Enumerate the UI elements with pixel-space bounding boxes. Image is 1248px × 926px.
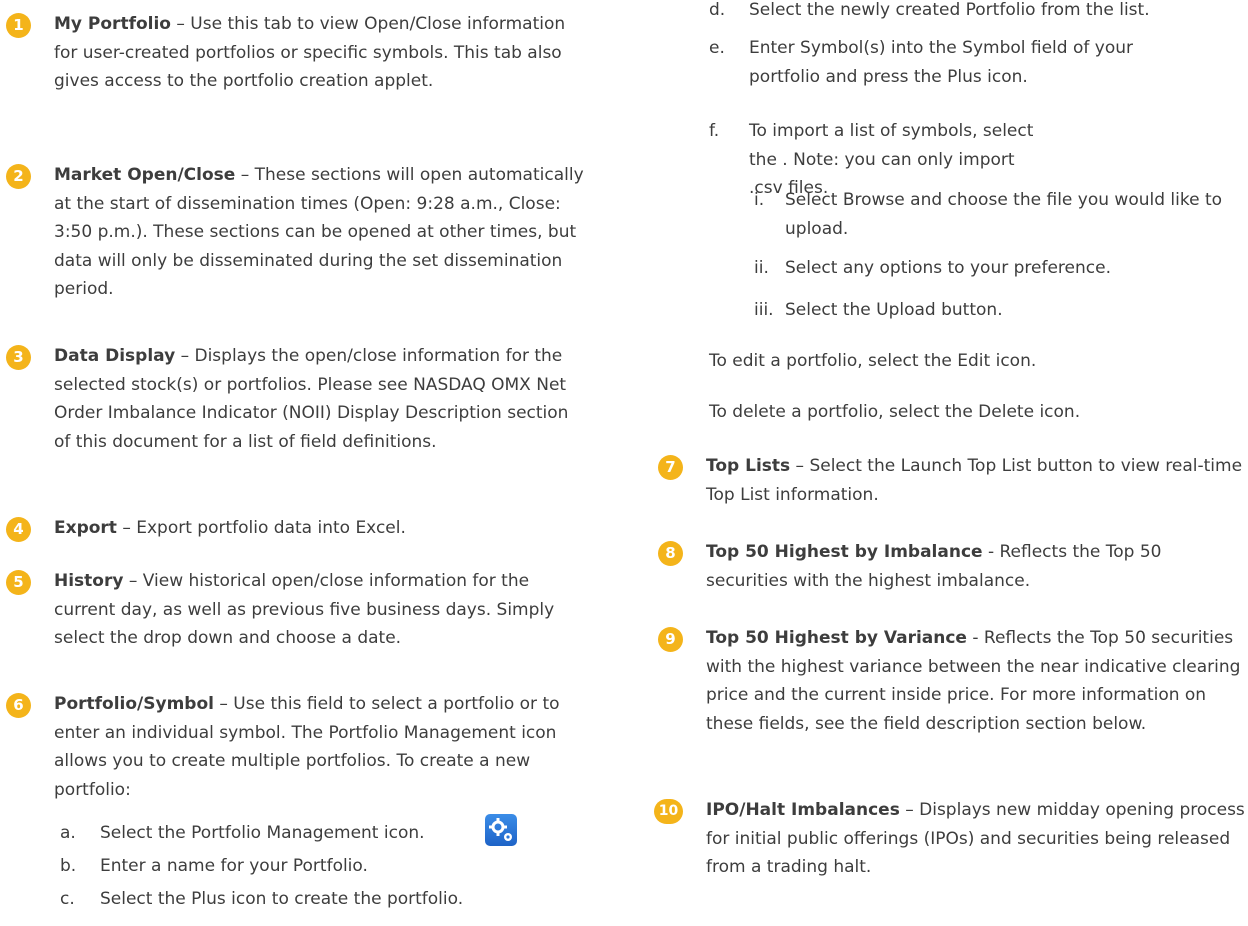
item-title: Top 50 Highest by Imbalance <box>706 542 983 562</box>
substep-marker: iii. <box>754 300 774 320</box>
item-text: Export – Export portfolio data into Exce… <box>54 514 590 543</box>
portfolio-management-gear-icon <box>485 814 517 846</box>
item-text: Top 50 Highest by Variance - Reflects th… <box>706 624 1248 738</box>
number-badge: 5 <box>6 570 31 595</box>
item-text: Top 50 Highest by Imbalance - Reflects t… <box>706 538 1248 595</box>
step-text: Select the Plus icon to create the portf… <box>100 889 464 909</box>
item-title: Market Open/Close <box>54 165 236 185</box>
item-description: – Export portfolio data into Excel. <box>116 518 406 538</box>
number-badge: 6 <box>6 693 31 718</box>
item-text: Data Display – Displays the open/close i… <box>54 342 590 456</box>
step-marker: d. <box>709 0 726 20</box>
substep-marker: i. <box>754 190 765 210</box>
step-marker: e. <box>709 38 725 58</box>
step-text: Enter Symbol(s) into the Symbol field of… <box>749 38 1133 87</box>
number-badge: 10 <box>654 799 683 824</box>
substep-marker: ii. <box>754 258 769 278</box>
number-badge: 9 <box>658 627 683 652</box>
item-title: History <box>54 571 124 591</box>
number-badge: 1 <box>6 13 31 38</box>
item-description: – View historical open/close information… <box>54 571 555 648</box>
item-title: Top Lists <box>706 456 791 476</box>
item-description: – These sections will open automatically… <box>54 165 584 299</box>
item-text: My Portfolio – Use this tab to view Open… <box>54 10 590 96</box>
substep-text: Select Browse and choose the file you wo… <box>785 190 1223 239</box>
item-title: Top 50 Highest by Variance <box>706 628 967 648</box>
step-marker: f. <box>709 121 720 141</box>
edit-note: To edit a portfolio, select the Edit ico… <box>709 351 1037 371</box>
step-marker: b. <box>60 856 77 876</box>
delete-note: To delete a portfolio, select the Delete… <box>709 402 1081 422</box>
item-text: IPO/Halt Imbalances – Displays new midda… <box>706 796 1248 882</box>
item-title: Data Display <box>54 346 176 366</box>
number-badge: 3 <box>6 345 31 370</box>
step-text: Enter a name for your Portfolio. <box>100 856 368 876</box>
step-text: Select the newly created Portfolio from … <box>749 0 1150 20</box>
item-title: Portfolio/Symbol <box>54 694 214 714</box>
item-text: Top Lists – Select the Launch Top List b… <box>706 452 1248 509</box>
step-marker: c. <box>60 889 75 909</box>
step-marker: a. <box>60 823 76 843</box>
number-badge: 7 <box>658 455 683 480</box>
item-text: Portfolio/Symbol – Use this field to sel… <box>54 690 590 804</box>
item-title: My Portfolio <box>54 14 171 34</box>
number-badge: 8 <box>658 541 683 566</box>
substep-text: Select any options to your preference. <box>785 258 1111 278</box>
number-badge: 4 <box>6 517 31 542</box>
item-text: Market Open/Close – These sections will … <box>54 161 590 304</box>
item-text: History – View historical open/close inf… <box>54 567 590 653</box>
item-title: IPO/Halt Imbalances <box>706 800 900 820</box>
substep-text: Select the Upload button. <box>785 300 1003 320</box>
number-badge: 2 <box>6 164 31 189</box>
item-title: Export <box>54 518 117 538</box>
